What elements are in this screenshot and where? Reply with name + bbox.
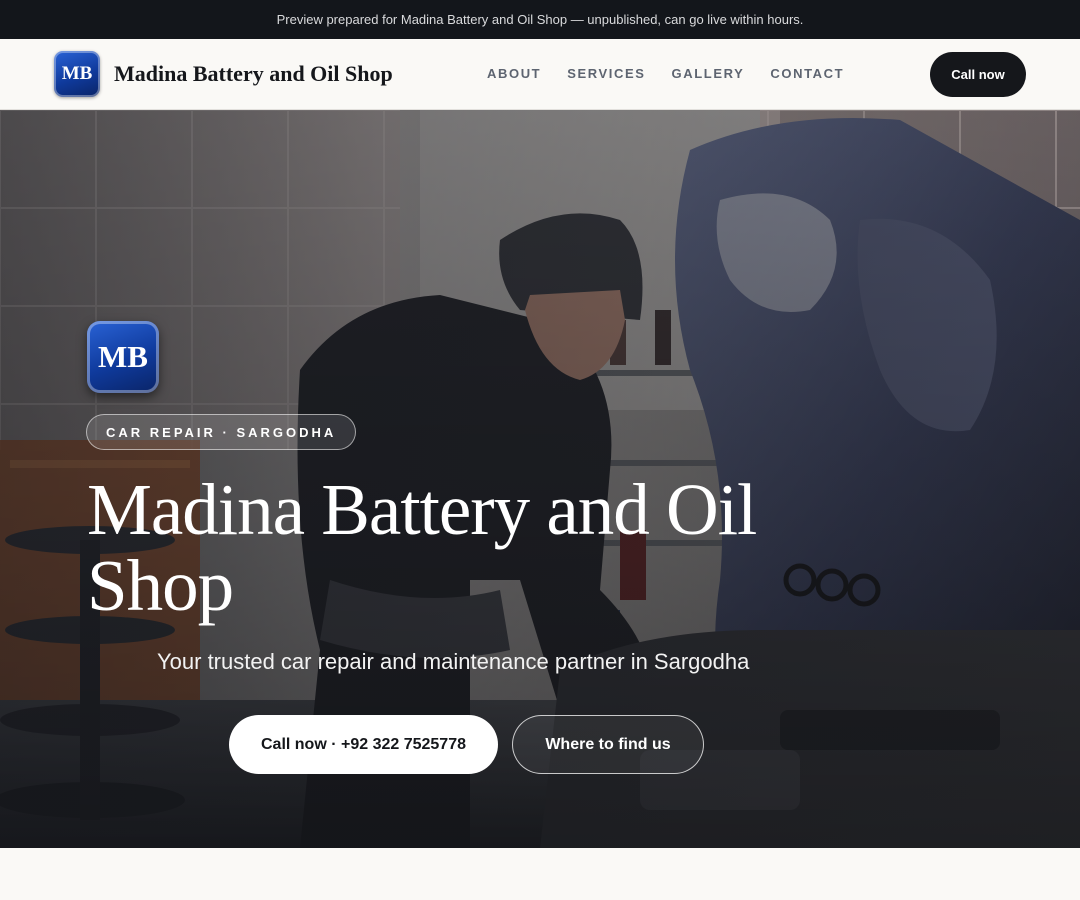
hero-logo: MB bbox=[87, 321, 159, 393]
site-header: MB Madina Battery and Oil Shop ABOUT SER… bbox=[0, 39, 1080, 110]
brand[interactable]: MB Madina Battery and Oil Shop bbox=[54, 51, 393, 97]
hero-section: MB CAR REPAIR · SARGODHA Madina Battery … bbox=[0, 110, 1080, 848]
brand-name[interactable]: Madina Battery and Oil Shop bbox=[114, 61, 393, 87]
logo[interactable]: MB bbox=[54, 51, 100, 97]
hero-tag: CAR REPAIR · SARGODHA bbox=[86, 414, 357, 450]
find-us-button[interactable]: Where to find us bbox=[512, 715, 704, 774]
hero-title: Madina Battery and Oil Shop bbox=[87, 469, 757, 626]
nav-services[interactable]: SERVICES bbox=[567, 66, 645, 81]
nav-contact[interactable]: CONTACT bbox=[770, 66, 844, 81]
call-now-button[interactable]: Call now bbox=[930, 52, 1026, 97]
call-phone-button[interactable]: Call now · +92 322 7525778 bbox=[229, 715, 498, 774]
preview-banner-text: Preview prepared for Madina Battery and … bbox=[276, 12, 804, 27]
main-nav: ABOUT SERVICES GALLERY CONTACT bbox=[487, 66, 844, 81]
preview-banner: Preview prepared for Madina Battery and … bbox=[0, 0, 1080, 39]
nav-gallery[interactable]: GALLERY bbox=[672, 66, 745, 81]
hero-subtitle: Your trusted car repair and maintenance … bbox=[157, 649, 750, 674]
nav-about[interactable]: ABOUT bbox=[487, 66, 541, 81]
